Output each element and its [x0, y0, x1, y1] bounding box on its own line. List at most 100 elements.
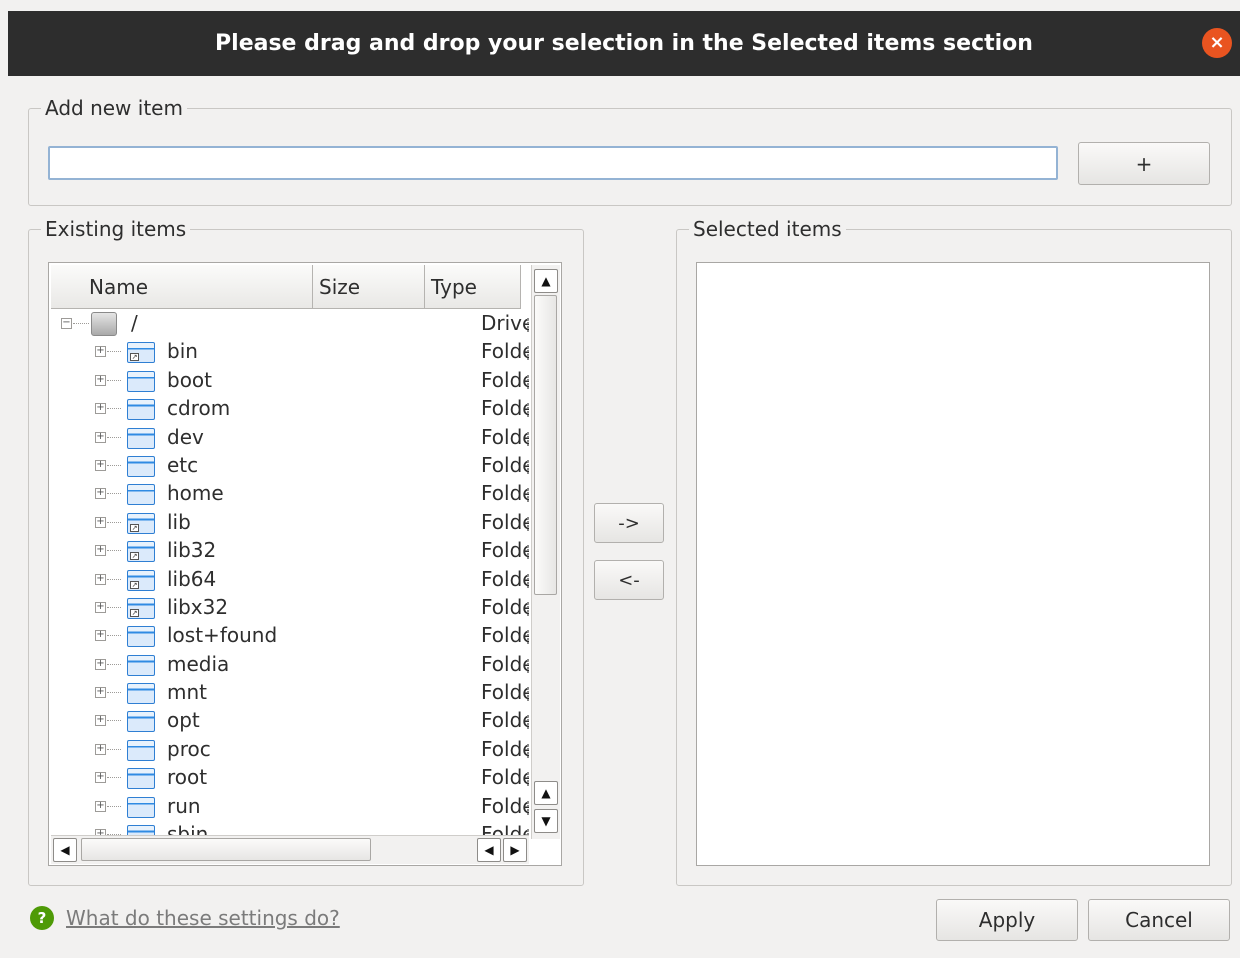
existing-items-tree[interactable]: Name Size Type − / Drive + ↗ bin Folder + boo…	[48, 262, 562, 866]
tree-row-type: Folder	[481, 424, 529, 449]
new-item-input[interactable]	[48, 146, 1058, 180]
help-link-row[interactable]: ? What do these settings do?	[30, 906, 340, 930]
expand-icon[interactable]: +	[95, 743, 106, 755]
tree-row[interactable]: + ↗ lib Folder	[51, 509, 529, 537]
selected-items-list[interactable]	[696, 262, 1210, 866]
expand-icon[interactable]: +	[95, 374, 106, 386]
tree-row-type: Folder	[481, 594, 529, 619]
close-button[interactable]: ×	[1202, 28, 1232, 58]
scroll-up-button[interactable]: ▲	[534, 269, 558, 293]
scroll-left-button[interactable]: ◀	[53, 838, 77, 862]
tree-connector	[107, 436, 121, 438]
folder-icon	[127, 654, 155, 676]
expand-icon[interactable]: +	[95, 658, 106, 670]
expand-icon[interactable]: +	[95, 346, 106, 358]
tree-row[interactable]: + etc Folder	[51, 452, 529, 480]
cancel-button[interactable]: Cancel	[1088, 899, 1230, 941]
tree-row-type: Folder	[481, 367, 529, 392]
tree-row-type: Folder	[481, 651, 529, 676]
tree-row[interactable]: + boot Folder	[51, 367, 529, 395]
tree-row-name: proc	[167, 736, 211, 761]
folder-icon	[127, 399, 155, 421]
tree-row-name: mnt	[167, 680, 207, 705]
symlink-icon: ↗	[130, 523, 139, 532]
arrow-left-icon: ◀	[60, 843, 70, 857]
truncated-column	[527, 346, 529, 361]
tree-row[interactable]: +↗sbinFolder	[51, 821, 529, 835]
dialog-title: Please drag and drop your selection in t…	[215, 31, 1033, 56]
expand-icon[interactable]: +	[95, 630, 106, 642]
expand-icon[interactable]: +	[95, 687, 106, 699]
tree-row[interactable]: + proc Folder	[51, 736, 529, 764]
expand-icon[interactable]: +	[95, 431, 106, 443]
tree-row[interactable]: + run Folder	[51, 793, 529, 821]
column-header-name[interactable]: Name	[51, 265, 313, 309]
tree-connector	[107, 777, 121, 779]
tree-row-name: lost+found	[167, 623, 278, 648]
plus-icon: +	[1135, 151, 1153, 176]
collapse-icon[interactable]: −	[61, 318, 72, 329]
symlink-icon: ↗	[130, 608, 139, 617]
horizontal-scrollbar[interactable]: ◀ ◀ ▶	[51, 835, 529, 864]
folder-icon	[127, 768, 155, 790]
tree-connector	[107, 748, 121, 750]
expand-icon[interactable]: +	[95, 488, 106, 500]
vertical-scrollbar[interactable]: ▲ ▲ ▼	[531, 265, 560, 839]
symlink-icon: ↗	[130, 580, 139, 589]
tree-row-type: Folder	[481, 822, 529, 835]
vertical-scroll-thumb[interactable]	[534, 295, 557, 595]
add-item-button[interactable]: +	[1078, 142, 1210, 185]
expand-icon[interactable]: +	[95, 459, 106, 471]
tree-row[interactable]: + mnt Folder	[51, 679, 529, 707]
tree-row[interactable]: + home Folder	[51, 480, 529, 508]
expand-icon[interactable]: +	[95, 601, 106, 613]
folder-link-icon: ↗	[127, 825, 155, 835]
expand-icon[interactable]: +	[95, 715, 106, 727]
horizontal-scroll-thumb[interactable]	[81, 838, 371, 861]
scroll-up-button-bottom[interactable]: ▲	[534, 781, 558, 805]
column-header-size[interactable]: Size	[313, 265, 425, 309]
tree-connector	[107, 408, 121, 410]
apply-button[interactable]: Apply	[936, 899, 1078, 941]
tree-row-name: home	[167, 481, 224, 506]
tree-row[interactable]: + opt Folder	[51, 707, 529, 735]
scroll-down-button[interactable]: ▼	[534, 809, 558, 833]
move-to-selected-button[interactable]: ->	[594, 503, 664, 543]
tree-row-type: Folder	[481, 452, 529, 477]
tree-row[interactable]: + ↗ libx32 Folder	[51, 594, 529, 622]
tree-row[interactable]: + media Folder	[51, 651, 529, 679]
expand-icon[interactable]: +	[95, 573, 106, 585]
tree-row-name: sbin	[167, 822, 209, 835]
tree-connector	[107, 379, 121, 381]
folder-link-icon: ↗	[127, 512, 155, 534]
scroll-left-button-right[interactable]: ◀	[477, 838, 501, 862]
tree-row[interactable]: + lost+found Folder	[51, 622, 529, 650]
expand-icon[interactable]: +	[95, 403, 106, 415]
truncated-column	[527, 516, 529, 531]
arrow-left-icon: ◀	[484, 843, 494, 857]
tree-connector	[107, 521, 121, 523]
expand-icon[interactable]: +	[95, 772, 106, 784]
tree-row[interactable]: + root Folder	[51, 764, 529, 792]
expand-icon[interactable]: +	[95, 545, 106, 557]
tree-row-name: lib64	[167, 566, 217, 591]
tree-row-type: Folder	[481, 396, 529, 421]
truncated-column	[527, 687, 529, 702]
remove-from-selected-button[interactable]: <-	[594, 560, 664, 600]
help-link[interactable]: What do these settings do?	[66, 906, 340, 930]
folder-link-icon: ↗	[127, 597, 155, 619]
tree-row[interactable]: + ↗ lib64 Folder	[51, 566, 529, 594]
tree-row-name: run	[167, 793, 201, 818]
tree-row[interactable]: + cdrom Folder	[51, 395, 529, 423]
tree-row[interactable]: + ↗ bin Folder	[51, 338, 529, 366]
tree-row[interactable]: + ↗ lib32 Folder	[51, 537, 529, 565]
truncated-column	[527, 743, 529, 758]
expand-icon[interactable]: +	[95, 516, 106, 528]
expand-icon[interactable]: +	[95, 800, 106, 812]
scroll-right-button[interactable]: ▶	[503, 838, 527, 862]
tree-row-root[interactable]: − / Drive	[51, 310, 529, 338]
tree-row-name: media	[167, 651, 230, 676]
column-header-type[interactable]: Type	[425, 265, 521, 309]
tree-row[interactable]: + dev Folder	[51, 424, 529, 452]
tree-rows: − / Drive + ↗ bin Folder + boot Folder + cdrom Fo…	[51, 310, 529, 835]
